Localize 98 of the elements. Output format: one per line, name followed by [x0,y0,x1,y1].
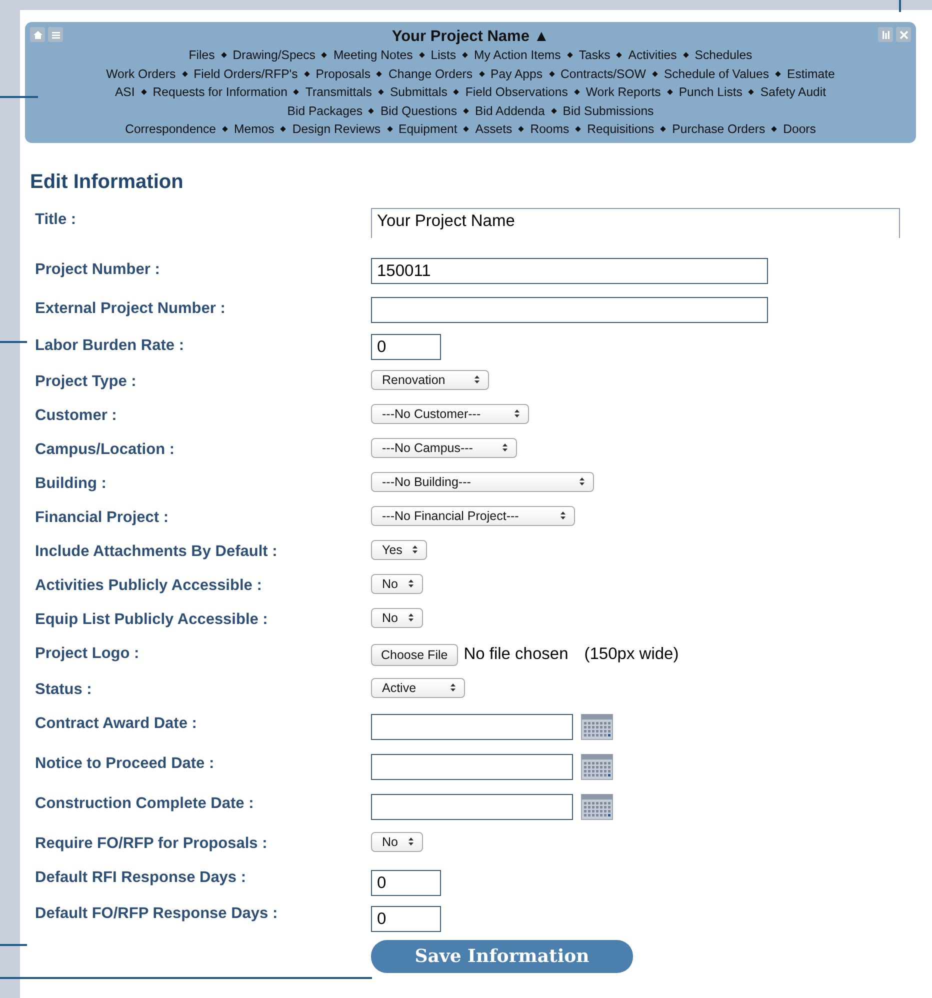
nav-link[interactable]: Field Orders/RFP's [194,64,298,83]
nav-link[interactable]: Correspondence [125,120,216,138]
nav-link[interactable]: Doors [783,120,816,138]
nav-link[interactable]: Design Reviews [292,120,380,138]
dropdown[interactable]: ---No Building--- [371,472,594,492]
nav-link[interactable]: Schedule of Values [664,64,769,83]
nav-link[interactable]: ASI [114,83,135,102]
date-field[interactable] [371,714,573,740]
nav-link[interactable]: Activities [628,46,677,64]
field-label: External Project Number : [35,298,226,318]
dropdown[interactable]: No [371,608,423,628]
nav-link[interactable]: Meeting Notes [333,46,413,64]
nav-link[interactable]: Purchase Orders [672,120,766,138]
field-label: Project Type : [35,372,138,392]
nav-link[interactable]: Memos [234,120,274,138]
field-label: Financial Project : [35,508,170,528]
nav-link[interactable]: Bid Submissions [562,102,654,120]
date-field[interactable] [371,754,573,780]
calendar-icon[interactable] [581,714,613,740]
input-field[interactable] [371,296,768,322]
nav-link[interactable]: Bid Questions [380,102,458,120]
field-label: Activities Publicly Accessible : [35,576,263,596]
dropdown[interactable]: No [371,832,423,852]
nav-link[interactable]: Schedules [694,46,752,64]
field-label: Default FO/RFP Response Days : [35,904,279,924]
nav-link[interactable]: Drawing/Specs [232,46,316,64]
close-icon[interactable] [896,27,911,42]
calendar-icon[interactable] [581,794,613,820]
up-down-arrows-icon [408,837,414,846]
field-label: Project Number : [35,260,161,280]
input-field[interactable]: 0 [371,906,441,932]
dropdown[interactable]: ---No Campus--- [371,438,517,458]
nav-link[interactable]: Safety Audit [760,83,826,102]
field-label: Building : [35,474,108,494]
nav-link[interactable]: My Action Items [474,46,561,64]
home-icon[interactable] [30,27,45,42]
nav-link[interactable]: Field Observations [465,83,568,102]
dropdown[interactable]: ---No Financial Project--- [371,506,575,526]
calendar-icon[interactable] [581,754,613,780]
field-label: Require FO/RFP for Proposals : [35,834,268,854]
up-down-arrows-icon [560,511,566,520]
nav-link[interactable]: Bid Packages [287,102,362,120]
nav-link[interactable]: Pay Apps [490,64,543,83]
field-label: Customer : [35,406,118,426]
up-down-arrows-icon [502,443,508,452]
save-button[interactable]: Save Information [371,940,633,972]
nav-link[interactable]: Estimate [787,64,835,83]
nav-link[interactable]: Files [188,46,215,64]
nav-link[interactable]: Lists [430,46,456,64]
nav-link[interactable]: Work Reports [586,83,661,102]
field-label: Construction Complete Date : [35,794,255,814]
field-label: Equip List Publicly Accessible : [35,610,269,630]
field-label: Include Attachments By Default : [35,542,278,562]
dropdown[interactable]: Active [371,678,465,698]
up-down-arrows-icon [579,477,585,486]
nav-link[interactable]: Requests for Information [152,83,288,102]
choose-file-button[interactable]: Choose File [371,644,458,666]
dropdown[interactable]: Yes [371,540,428,560]
nav-link[interactable]: Equipment [398,120,458,138]
field-label: Project Logo : [35,644,140,664]
nav-link[interactable]: Punch Lists [678,83,742,102]
up-down-arrows-icon [450,683,456,692]
input-field[interactable]: 0 [371,870,441,896]
field-label: Status : [35,680,93,700]
field-label: Notice to Proceed Date : [35,754,216,774]
up-down-arrows-icon [408,579,414,588]
nav-link[interactable]: Assets [475,120,512,138]
up-down-arrows-icon [514,409,520,418]
up-down-arrows-icon [412,545,418,554]
up-down-arrows-icon [408,613,414,622]
nav-link[interactable]: Tasks [578,46,610,64]
input-field[interactable]: 150011 [371,258,768,284]
nav-link[interactable]: Rooms [530,120,570,138]
project-title[interactable]: Your Project Name ▲ [25,27,916,46]
list-icon[interactable] [48,27,63,42]
nav-link[interactable]: Bid Addenda [475,102,545,120]
nav-link[interactable]: Contracts/SOW [560,64,646,83]
size-hint: (150px wide) [584,645,679,664]
nav-link[interactable]: Change Orders [388,64,473,83]
nav-link[interactable]: Requisitions [587,120,654,138]
field-label: Title : [35,210,78,230]
up-down-arrows-icon [474,375,480,384]
nav-link[interactable]: Submittals [390,83,448,102]
title-field[interactable]: Your Project Name [371,208,900,238]
dropdown[interactable]: No [371,574,423,594]
nav-link[interactable]: Transmittals [305,83,372,102]
field-label: Contract Award Date : [35,714,198,734]
field-label: Default RFI Response Days : [35,868,248,888]
field-label: Labor Burden Rate : [35,336,185,356]
field-label: Campus/Location : [35,440,176,460]
nav-link[interactable]: Proposals [316,64,370,83]
file-status: No file chosen [464,645,568,664]
dropdown[interactable]: ---No Customer--- [371,404,529,424]
date-field[interactable] [371,794,573,820]
section-heading: Edit Information [30,170,184,194]
dropdown[interactable]: Renovation [371,370,489,390]
nav-link[interactable]: Work Orders [106,64,176,83]
input-field[interactable]: 0 [371,334,441,360]
